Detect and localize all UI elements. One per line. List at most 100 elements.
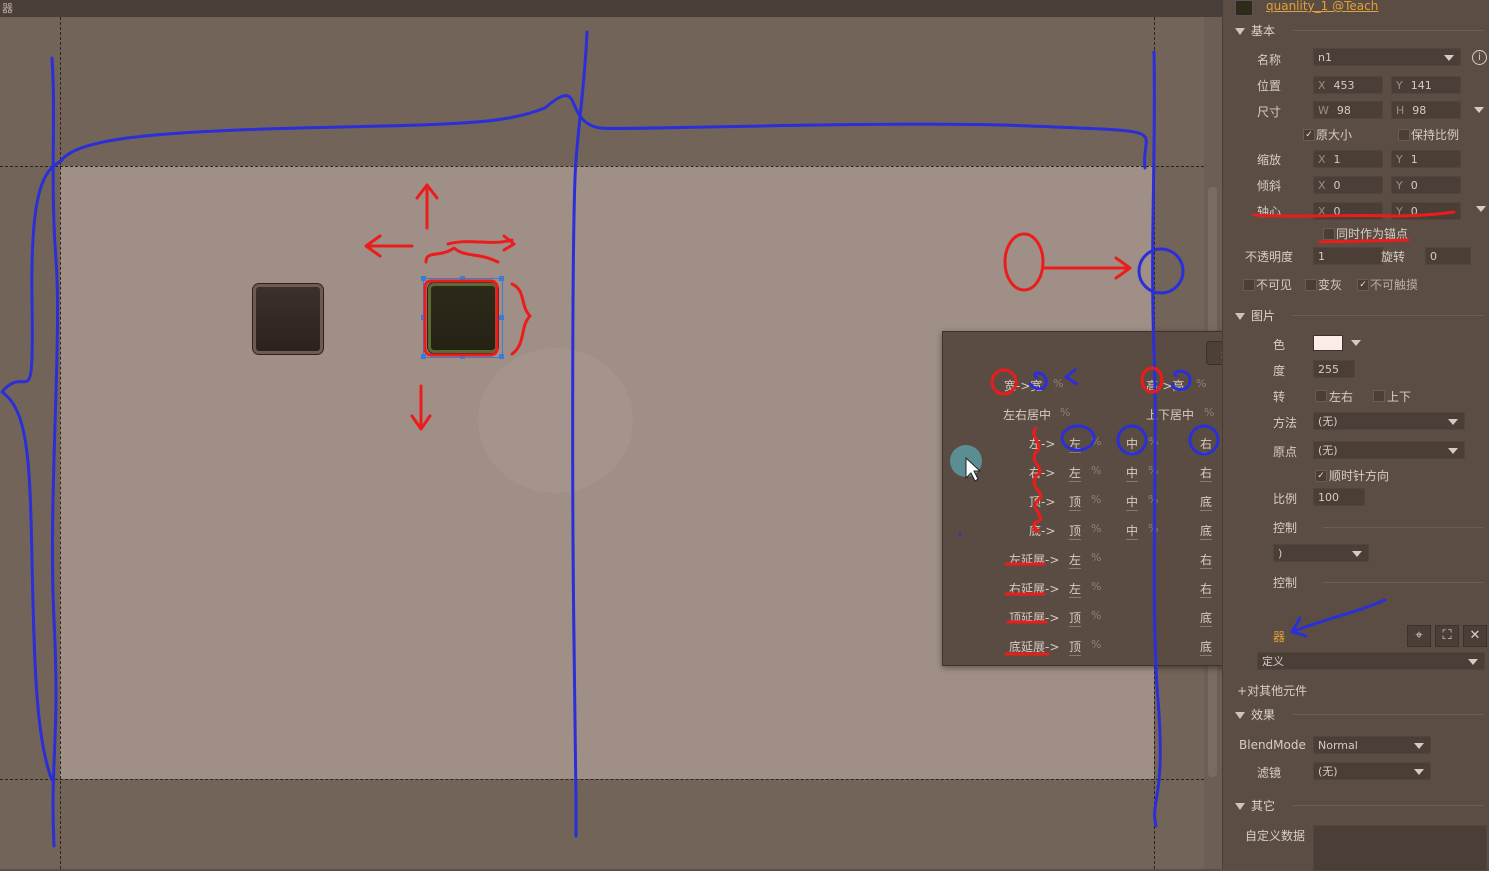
anchor-checkbox[interactable] <box>1323 228 1335 240</box>
fill-origin-label: 原点 <box>1273 445 1298 459</box>
blendmode-label: BlendMode <box>1239 738 1306 752</box>
pivot-label: 轴心 <box>1257 205 1282 219</box>
blendmode-dropdown[interactable]: Normal <box>1313 736 1431 754</box>
relation-target-a[interactable]: 顶 <box>1069 493 1082 511</box>
flip-lr-checkbox[interactable] <box>1315 390 1327 402</box>
flip-ud-checkbox[interactable] <box>1373 390 1385 402</box>
orig-size-checkbox[interactable]: ✓ <box>1303 129 1315 141</box>
relation-target-b[interactable]: 中 <box>1126 522 1139 540</box>
relation-target-a[interactable]: 左 <box>1069 464 1082 482</box>
rotation-field[interactable]: 0 <box>1425 247 1471 265</box>
relation-target-a[interactable]: 顶 <box>1069 638 1082 656</box>
resize-handle[interactable] <box>421 276 426 281</box>
relation-target-c[interactable]: 右 <box>1200 580 1213 598</box>
name-label: 名称 <box>1257 53 1282 67</box>
resize-handle[interactable] <box>460 276 465 281</box>
relation-source-label: 右延展-> <box>1009 582 1060 596</box>
flip-lr-label: 左右 <box>1329 390 1354 404</box>
relation-target-c[interactable]: 底 <box>1200 522 1213 540</box>
relation-target-a[interactable]: 左 <box>1069 580 1082 598</box>
skew-x-field[interactable]: X0 <box>1313 176 1383 194</box>
selection-box[interactable] <box>421 276 504 359</box>
relation-target-a[interactable]: 顶 <box>1069 522 1082 540</box>
relation-source-label: 左延展-> <box>1009 553 1060 567</box>
relation-target-b[interactable]: 中 <box>1126 493 1139 511</box>
custom-data-textarea[interactable] <box>1313 825 1487 871</box>
section-effect[interactable]: 效果 <box>1235 706 1275 723</box>
size-h-field[interactable]: H 98 <box>1391 101 1461 119</box>
fullscreen-icon[interactable]: ⛶ <box>1435 625 1459 647</box>
relation-center-h[interactable]: 左右居中 <box>1003 406 1051 423</box>
section-basic[interactable]: 基本 <box>1235 22 1275 39</box>
fill-method-dropdown[interactable]: (无) <box>1313 412 1465 430</box>
relation-target-a[interactable]: 左 <box>1069 551 1082 569</box>
position-label: 位置 <box>1257 79 1282 93</box>
keep-ratio-checkbox[interactable] <box>1398 129 1410 141</box>
size-w-field[interactable]: W 98 <box>1313 101 1383 119</box>
name-field[interactable]: n1 <box>1313 48 1461 66</box>
untouchable-checkbox[interactable]: ✓ <box>1357 279 1369 291</box>
section-other-title: 其它 <box>1251 799 1276 813</box>
relation-target-c[interactable]: 底 <box>1200 638 1213 656</box>
color-menu-arrow[interactable] <box>1351 340 1361 346</box>
relation-target-c[interactable]: 底 <box>1200 609 1213 627</box>
guide-line-bottom <box>0 779 1204 780</box>
invisible-checkbox[interactable] <box>1243 279 1255 291</box>
alpha-label: 度 <box>1273 364 1286 378</box>
relation-title: 器 <box>1273 630 1286 644</box>
pivot-x-field[interactable]: X0 <box>1313 202 1383 220</box>
color-swatch[interactable] <box>1313 335 1343 351</box>
gray-checkbox[interactable] <box>1305 279 1317 291</box>
pct-label: % <box>1091 493 1102 506</box>
selected-item-slot[interactable] <box>428 283 498 353</box>
pos-x-field[interactable]: X 453 <box>1313 76 1383 94</box>
locate-icon[interactable]: ⌖ <box>1407 625 1431 647</box>
relation-target-a[interactable]: 顶 <box>1069 609 1082 627</box>
size-menu-arrow[interactable] <box>1474 107 1484 113</box>
section-image[interactable]: 图片 <box>1235 307 1275 324</box>
scale-x-field[interactable]: X1 <box>1313 150 1383 168</box>
skew-y-field[interactable]: Y0 <box>1391 176 1461 194</box>
size-label: 尺寸 <box>1257 105 1282 119</box>
relation-source-label: 底-> <box>1029 524 1056 538</box>
resize-handle[interactable] <box>499 315 504 320</box>
pivot-menu-arrow[interactable] <box>1476 206 1486 212</box>
info-icon[interactable]: i <box>1472 50 1487 65</box>
ratio-field[interactable]: 100 <box>1313 488 1365 506</box>
relation-target-c[interactable]: 右 <box>1200 464 1213 482</box>
resize-handle[interactable] <box>499 354 504 359</box>
resize-handle[interactable] <box>421 354 426 359</box>
resize-handle[interactable] <box>421 315 426 320</box>
resize-handle[interactable] <box>460 354 465 359</box>
skew-label: 倾斜 <box>1257 179 1282 193</box>
control-dropdown[interactable]: ) <box>1273 544 1369 562</box>
opacity-field[interactable]: 1 <box>1313 247 1383 265</box>
fill-origin-dropdown[interactable]: (无) <box>1313 441 1465 459</box>
item-slot[interactable] <box>253 284 323 354</box>
relation-target-a[interactable]: 左 <box>1069 435 1082 453</box>
filter-dropdown[interactable]: (无) <box>1313 762 1431 780</box>
relation-target-b[interactable]: 中 <box>1126 464 1139 482</box>
pos-y-field[interactable]: Y 141 <box>1391 76 1461 94</box>
relation-target-c[interactable]: 右 <box>1200 435 1213 453</box>
keep-ratio-label: 保持比例 <box>1411 128 1460 142</box>
resize-handle[interactable] <box>499 276 504 281</box>
section-other[interactable]: 其它 <box>1235 797 1275 814</box>
control-label: 控制 <box>1273 521 1298 535</box>
relation-middle-v[interactable]: 上下居中 <box>1146 406 1194 423</box>
relation-target-c[interactable]: 底 <box>1200 493 1213 511</box>
scale-y-field[interactable]: Y1 <box>1391 150 1461 168</box>
custom-data-label: 自定义数据 <box>1245 829 1306 843</box>
relation-target-c[interactable]: 右 <box>1200 551 1213 569</box>
clockwise-checkbox[interactable]: ✓ <box>1315 470 1327 482</box>
relation-width[interactable]: 宽->宽 <box>1004 377 1042 394</box>
alpha-field[interactable]: 255 <box>1313 360 1355 378</box>
relation-target-b[interactable]: 中 <box>1126 435 1139 453</box>
relation-target-dropdown[interactable]: 定义 <box>1257 652 1485 670</box>
pivot-y-field[interactable]: Y0 <box>1391 202 1461 220</box>
relation-source-label: 顶延展-> <box>1009 611 1060 625</box>
component-link[interactable]: quanlity_1 @Teach <box>1266 0 1378 13</box>
add-relation-button[interactable]: +对其他元件 <box>1237 682 1307 699</box>
close-icon[interactable]: ✕ <box>1463 625 1487 647</box>
relation-height[interactable]: 高->高 <box>1146 377 1184 394</box>
